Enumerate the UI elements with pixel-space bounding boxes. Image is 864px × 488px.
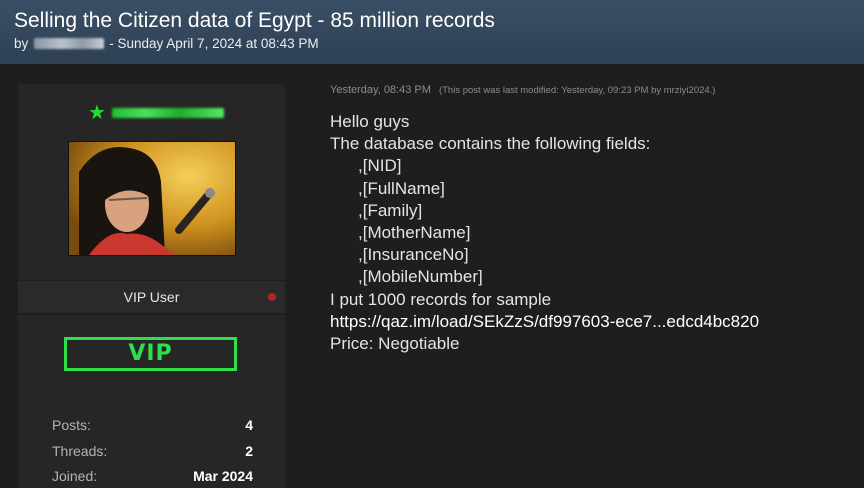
stat-label: Joined: [52,468,98,484]
avatar[interactable] [68,141,236,256]
star-icon: ★ [88,102,106,124]
redacted-username[interactable] [111,108,224,118]
field-item: ,[MobileNumber] [358,267,483,287]
author-sidebar: ★ VIP User VIP Posts: 4 Threads: 2 Joine… [18,84,285,488]
stat-value[interactable]: 4 [245,417,253,433]
field-item: ,[Family] [358,200,423,220]
vip-badge: VIP [64,337,237,371]
by-prefix: by [14,36,29,51]
avatar-image [69,142,235,255]
post-sample-note: I put 1000 records for sample [330,289,552,309]
stat-value[interactable]: 2 [245,443,253,459]
post-intro: The database contains the following fiel… [330,134,651,154]
user-role: VIP User [123,289,180,305]
field-item: ,[MotherName] [358,223,471,243]
profile-card: ★ [18,84,285,280]
post-greeting: Hello guys [330,112,410,131]
stat-joined: Joined: Mar 2024 [52,468,253,486]
field-item: ,[InsuranceNo] [358,245,469,265]
thread-date: - Sunday April 7, 2024 at 08:43 PM [109,36,319,51]
redacted-author-link[interactable] [34,38,105,49]
thread-header: Selling the Citizen data of Egypt - 85 m… [0,0,864,65]
thread-title: Selling the Citizen data of Egypt - 85 m… [14,9,495,32]
stat-label: Threads: [52,443,108,459]
post-meta: Yesterday, 08:43 PM (This post was last … [330,84,715,96]
post-price: Price: Negotiable [330,334,460,354]
post-modified-note: (This post was last modified: Yesterday,… [438,85,716,96]
user-stats-card: VIP Posts: 4 Threads: 2 Joined: Mar 2024 [18,315,285,488]
sample-link[interactable]: https://qaz.im/load/SEkZzS/df997603-ece7… [330,311,850,333]
post-time[interactable]: Yesterday, 08:43 PM [330,84,431,96]
thread-meta: by - Sunday April 7, 2024 at 08:43 PM [14,36,319,51]
username[interactable]: ★ [88,103,224,123]
stat-posts: Posts: 4 [52,417,253,435]
field-item: ,[NID] [358,156,402,176]
stat-value: Mar 2024 [193,468,253,484]
offline-status-dot [268,293,276,301]
user-role-row: VIP User [18,281,285,313]
stat-threads: Threads: 2 [52,443,253,461]
stat-label: Posts: [52,417,91,433]
post-body: Hello guys The database contains the fol… [330,111,850,355]
field-item: ,[FullName] [358,178,445,198]
